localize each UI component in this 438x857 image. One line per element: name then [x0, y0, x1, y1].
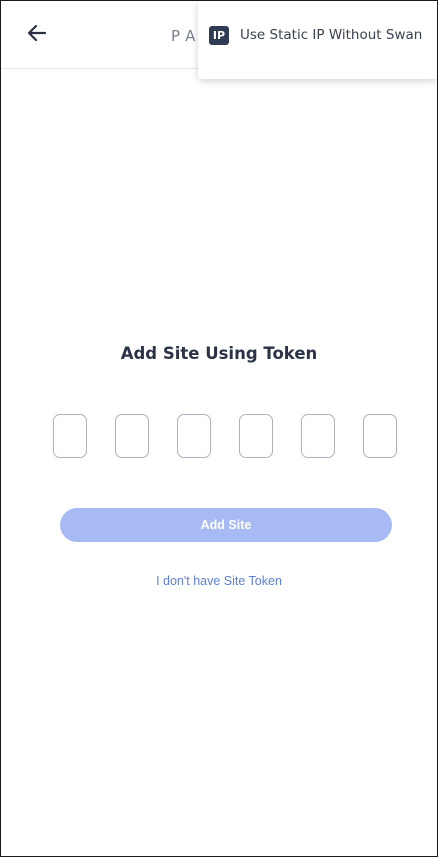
- options-popover: IP Use Static IP Without Swan: [198, 1, 437, 79]
- token-digit-input[interactable]: [53, 414, 87, 458]
- back-button[interactable]: [23, 21, 51, 49]
- menu-item-static-ip[interactable]: IP Use Static IP Without Swan: [198, 1, 437, 79]
- token-input-group: [53, 414, 398, 460]
- token-digit-input[interactable]: [363, 414, 397, 458]
- no-site-token-link[interactable]: I don't have Site Token: [1, 574, 437, 588]
- token-digit-input[interactable]: [115, 414, 149, 458]
- ip-badge-icon: IP: [209, 25, 229, 45]
- token-digit-input[interactable]: [239, 414, 273, 458]
- app-screen: PA IP Use Static IP Without Swan Add Sit…: [0, 0, 438, 857]
- token-digit-input[interactable]: [301, 414, 335, 458]
- add-site-button[interactable]: Add Site: [60, 508, 392, 542]
- menu-item-label: Use Static IP Without Swan: [240, 27, 423, 43]
- brand-logo: PA: [171, 27, 202, 45]
- token-digit-input[interactable]: [177, 414, 211, 458]
- arrow-left-icon: [27, 24, 47, 47]
- page-title: Add Site Using Token: [120, 344, 318, 363]
